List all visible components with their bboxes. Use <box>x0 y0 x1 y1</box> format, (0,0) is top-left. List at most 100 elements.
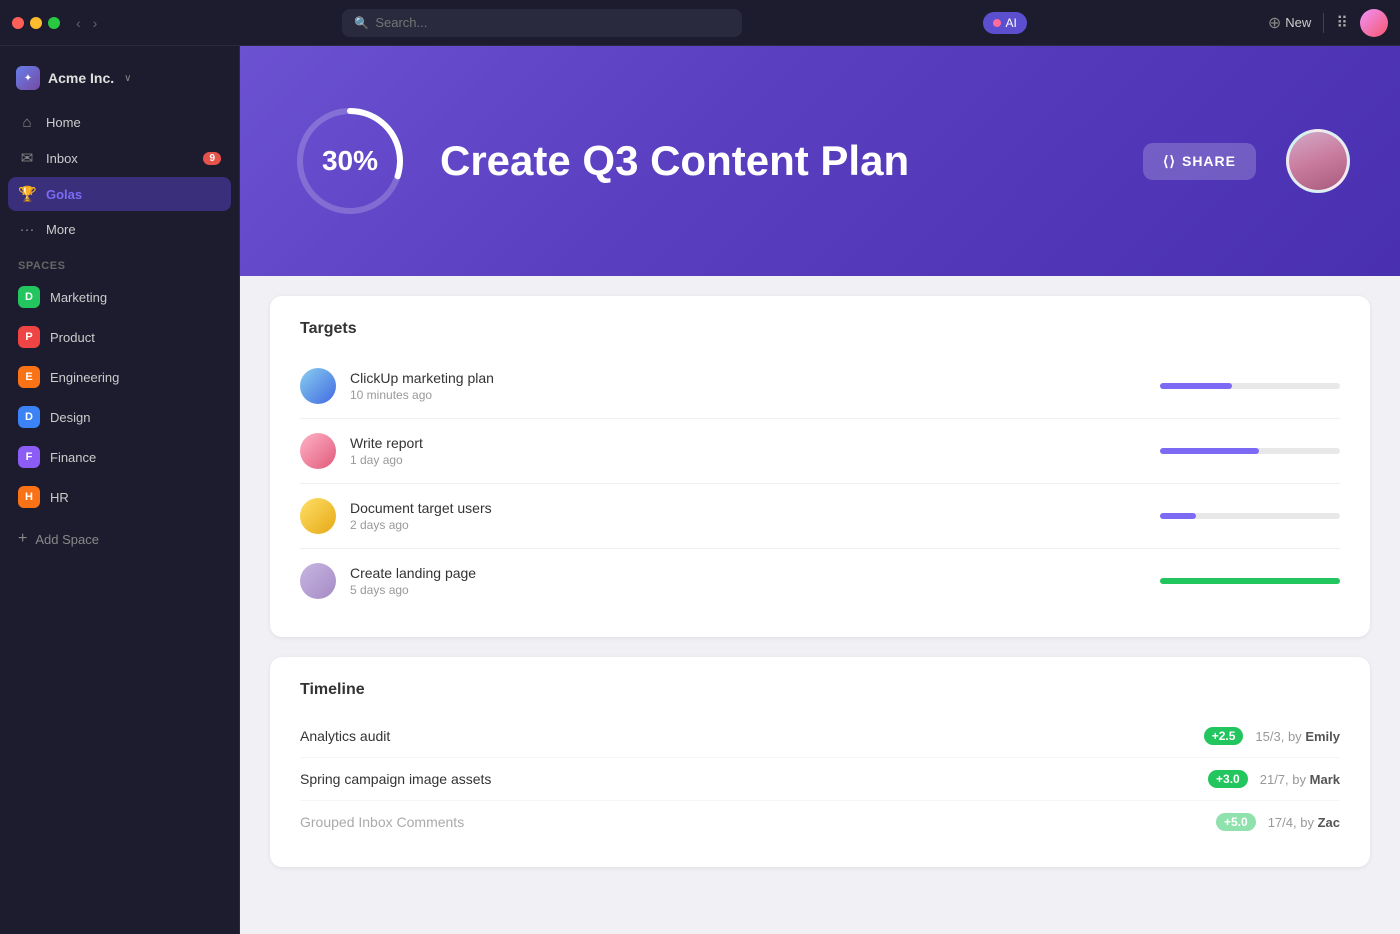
sidebar-item-home[interactable]: ⌂ Home <box>8 106 231 139</box>
topbar: ‹ › 🔍 AI ⊕ New ⠿ <box>0 0 1400 46</box>
workspace-logo-icon: ✦ <box>24 73 32 84</box>
target-info-1: ClickUp marketing plan 10 minutes ago <box>350 370 1146 402</box>
sidebar-item-hr[interactable]: H HR <box>8 478 231 516</box>
target-progress-2 <box>1160 448 1340 454</box>
hero-title-area: Create Q3 Content Plan <box>440 138 1113 184</box>
hero-avatar-image <box>1289 132 1347 190</box>
topbar-right: ⊕ New ⠿ <box>1268 9 1388 37</box>
target-info-3: Document target users 2 days ago <box>350 500 1146 532</box>
target-name-3: Document target users <box>350 500 1146 516</box>
traffic-lights <box>12 17 60 29</box>
add-space-button[interactable]: + Add Space <box>0 522 239 556</box>
finance-label: Finance <box>50 450 96 465</box>
ai-label: AI <box>1005 16 1016 30</box>
timeline-item-3: Grouped Inbox Comments +5.0 17/4, by Zac <box>300 801 1340 843</box>
user-avatar[interactable] <box>1360 9 1388 37</box>
sidebar-item-marketing[interactable]: D Marketing <box>8 278 231 316</box>
inbox-badge: 9 <box>203 152 221 165</box>
targets-title: Targets <box>300 320 1340 338</box>
sidebar: ✦ Acme Inc. ∨ ⌂ Home ✉ Inbox 9 🏆 Golas ·… <box>0 46 240 934</box>
spaces-label: Spaces <box>0 248 239 278</box>
target-fill-2 <box>1160 448 1259 454</box>
timeline-name-1: Analytics audit <box>300 728 1192 744</box>
product-label: Product <box>50 330 95 345</box>
share-icon: ⟨⟩ <box>1163 153 1176 170</box>
target-name-2: Write report <box>350 435 1146 451</box>
timeline-name-2: Spring campaign image assets <box>300 771 1196 787</box>
timeline-badge-3: +5.0 <box>1216 813 1256 831</box>
timeline-badge-1: +2.5 <box>1204 727 1244 745</box>
targets-card: Targets ClickUp marketing plan 10 minute… <box>270 296 1370 637</box>
search-bar[interactable]: 🔍 <box>342 9 742 37</box>
timeline-item-2: Spring campaign image assets +3.0 21/7, … <box>300 758 1340 801</box>
maximize-traffic-light[interactable] <box>48 17 60 29</box>
timeline-by-1: by <box>1288 729 1302 744</box>
inbox-icon: ✉ <box>18 149 36 167</box>
share-label: SHARE <box>1182 153 1236 169</box>
new-button[interactable]: ⊕ New <box>1268 13 1311 33</box>
engineering-badge: E <box>18 366 40 388</box>
target-time-3: 2 days ago <box>350 518 1146 532</box>
design-label: Design <box>50 410 90 425</box>
timeline-by-2: by <box>1292 772 1306 787</box>
timeline-date-2: 21/7 <box>1260 772 1285 787</box>
target-name-1: ClickUp marketing plan <box>350 370 1146 386</box>
workspace-header[interactable]: ✦ Acme Inc. ∨ <box>0 58 239 98</box>
content-area: 30% Create Q3 Content Plan ⟨⟩ SHARE Targ… <box>240 46 1400 934</box>
target-item-1: ClickUp marketing plan 10 minutes ago <box>300 354 1340 419</box>
sidebar-item-engineering[interactable]: E Engineering <box>8 358 231 396</box>
target-info-4: Create landing page 5 days ago <box>350 565 1146 597</box>
target-time-2: 1 day ago <box>350 453 1146 467</box>
search-input[interactable] <box>375 15 730 30</box>
sidebar-nav: ⌂ Home ✉ Inbox 9 🏆 Golas ··· More <box>0 106 239 248</box>
forward-arrow[interactable]: › <box>89 13 102 33</box>
minimize-traffic-light[interactable] <box>30 17 42 29</box>
timeline-item-1: Analytics audit +2.5 15/3, by Emily <box>300 715 1340 758</box>
sidebar-item-inbox[interactable]: ✉ Inbox 9 <box>8 141 231 175</box>
target-fill-4 <box>1160 578 1340 584</box>
timeline-author-1: Emily <box>1305 729 1340 744</box>
ai-button[interactable]: AI <box>983 12 1026 34</box>
target-avatar-4 <box>300 563 336 599</box>
main-layout: ✦ Acme Inc. ∨ ⌂ Home ✉ Inbox 9 🏆 Golas ·… <box>0 46 1400 934</box>
hero-section: 30% Create Q3 Content Plan ⟨⟩ SHARE <box>240 46 1400 276</box>
hero-user-avatar <box>1286 129 1350 193</box>
timeline-author-2: Mark <box>1310 772 1340 787</box>
target-info-2: Write report 1 day ago <box>350 435 1146 467</box>
share-button[interactable]: ⟨⟩ SHARE <box>1143 143 1256 180</box>
goals-icon: 🏆 <box>18 185 36 203</box>
grid-icon[interactable]: ⠿ <box>1336 13 1348 33</box>
target-progress-3 <box>1160 513 1340 519</box>
engineering-label: Engineering <box>50 370 119 385</box>
sidebar-item-product[interactable]: P Product <box>8 318 231 356</box>
sidebar-label-more: More <box>46 222 221 237</box>
timeline-meta-1: 15/3, by Emily <box>1255 729 1340 744</box>
sidebar-item-finance[interactable]: F Finance <box>8 438 231 476</box>
finance-badge: F <box>18 446 40 468</box>
sidebar-label-home: Home <box>46 115 221 130</box>
sidebar-label-goals: Golas <box>46 187 221 202</box>
sidebar-item-more[interactable]: ··· More <box>8 213 231 246</box>
target-fill-1 <box>1160 383 1232 389</box>
target-progress-1 <box>1160 383 1340 389</box>
timeline-name-3: Grouped Inbox Comments <box>300 814 1204 830</box>
home-icon: ⌂ <box>18 114 36 131</box>
target-item-3: Document target users 2 days ago <box>300 484 1340 549</box>
target-avatar-1 <box>300 368 336 404</box>
sidebar-label-inbox: Inbox <box>46 151 193 166</box>
close-traffic-light[interactable] <box>12 17 24 29</box>
design-badge: D <box>18 406 40 428</box>
timeline-badge-2: +3.0 <box>1208 770 1248 788</box>
nav-arrows: ‹ › <box>72 13 101 33</box>
cards-area: Targets ClickUp marketing plan 10 minute… <box>240 276 1400 887</box>
back-arrow[interactable]: ‹ <box>72 13 85 33</box>
timeline-meta-2: 21/7, by Mark <box>1260 772 1340 787</box>
sidebar-item-design[interactable]: D Design <box>8 398 231 436</box>
marketing-label: Marketing <box>50 290 107 305</box>
ai-dot-icon <box>993 19 1001 27</box>
target-progress-4 <box>1160 578 1340 584</box>
target-time-1: 10 minutes ago <box>350 388 1146 402</box>
sidebar-item-goals[interactable]: 🏆 Golas <box>8 177 231 211</box>
timeline-title: Timeline <box>300 681 1340 699</box>
progress-text: 30% <box>322 145 378 177</box>
